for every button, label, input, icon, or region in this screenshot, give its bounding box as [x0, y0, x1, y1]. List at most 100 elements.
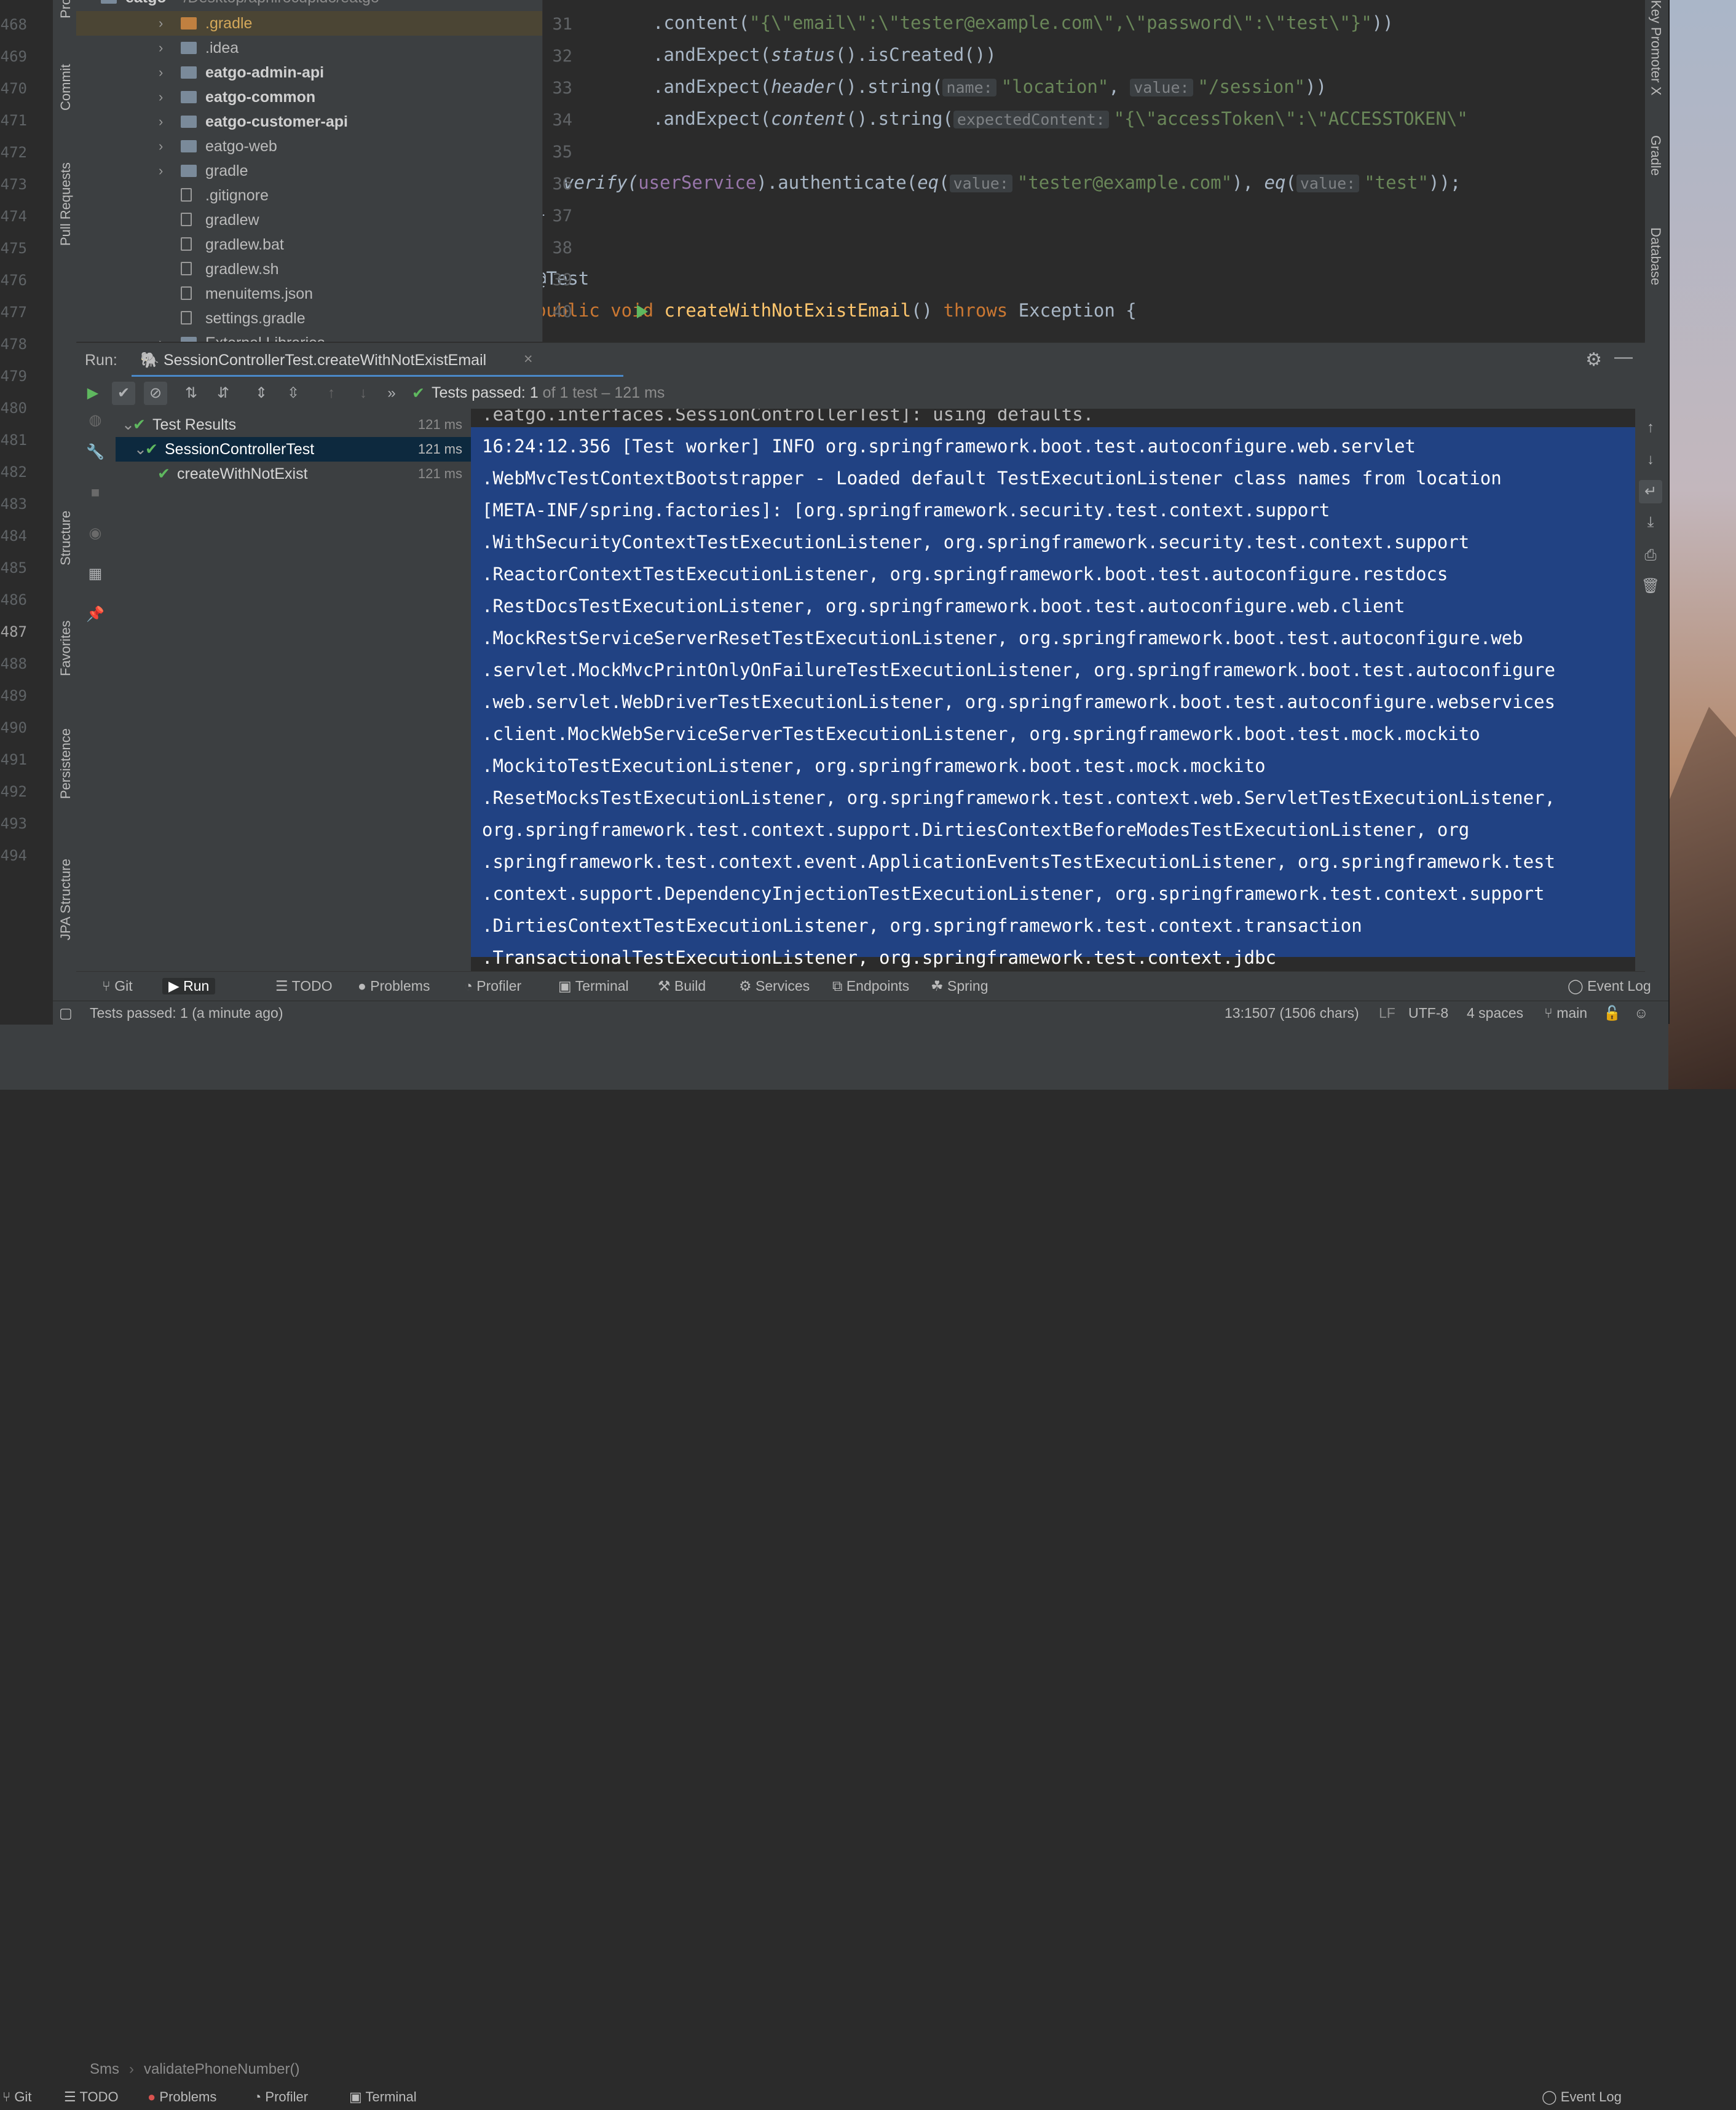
sort-alpha-icon[interactable]: ⇅	[180, 382, 203, 405]
strip-jpa-structure[interactable]: JPA Structure	[58, 859, 74, 940]
console-line[interactable]: .RestDocsTestExecutionListener, org.spri…	[482, 596, 1405, 616]
console-line[interactable]: .servlet.MockMvcPrintOnlyOnFailureTestEx…	[482, 659, 1555, 680]
tool-window-profiler[interactable]: ◔ Profiler	[464, 978, 521, 994]
chevron-right-icon[interactable]: ›	[159, 109, 163, 134]
tree-item[interactable]: › eatgo-common	[76, 85, 542, 109]
strip-structure[interactable]: Structure	[58, 511, 74, 565]
chevron-right-icon[interactable]: ›	[159, 134, 163, 159]
tree-item[interactable]: settings.gradle	[76, 306, 542, 331]
strip-project[interactable]: Project	[58, 0, 74, 18]
tree-item[interactable]: › eatgo-customer-api	[76, 109, 542, 134]
bg-event-log[interactable]: ◯ Event Log	[1542, 2089, 1622, 2105]
inspector-icon[interactable]: ☺	[1634, 1005, 1648, 1022]
chevron-right-icon[interactable]: ›	[159, 331, 163, 342]
tree-item[interactable]: › gradle	[76, 159, 542, 183]
lock-icon[interactable]: 🔓	[1603, 1005, 1621, 1022]
code-line-34[interactable]: .andExpect(content().string(expectedCont…	[653, 108, 1468, 129]
project-root-row[interactable]: eatgo ~/Desktop/aprilrocupido/eatgo	[76, 0, 542, 10]
test-class-row[interactable]: ⌄ ✔ SessionControllerTest 121 ms	[116, 437, 471, 462]
tool-window-problems[interactable]: ● Problems	[358, 978, 430, 994]
history-icon[interactable]: ◍	[84, 409, 107, 432]
run-gutter-icon[interactable]	[637, 305, 648, 318]
code-line-33[interactable]: .andExpect(header().string(name: "locatio…	[653, 76, 1327, 97]
tool-window-build[interactable]: ⚒ Build	[658, 978, 706, 994]
scroll-up-icon[interactable]: ↑	[1639, 416, 1662, 439]
tree-item[interactable]: › External Libraries	[76, 331, 542, 342]
breadcrumb-method[interactable]: validatePhoneNumber()	[144, 2061, 299, 2077]
bg-tool-profiler[interactable]: ◔ Profiler	[253, 2089, 308, 2105]
event-log[interactable]: ◯ Event Log	[1568, 978, 1651, 994]
console-line[interactable]: .context.support.DependencyInjectionTest…	[482, 883, 1545, 904]
line-separator[interactable]: LF	[1379, 1005, 1395, 1022]
show-passed-icon[interactable]: ✔	[112, 382, 135, 405]
strip-favorites[interactable]: Favorites	[58, 621, 74, 676]
next-failed-icon[interactable]: ↓	[352, 382, 375, 405]
tree-item[interactable]: .gitignore	[76, 183, 542, 208]
tool-window-spring[interactable]: ☘ Spring	[931, 978, 988, 994]
scroll-to-end-icon[interactable]: ⤓	[1639, 511, 1662, 534]
eye-icon[interactable]: ◉	[84, 522, 107, 545]
collapse-all-icon[interactable]: ⇳	[282, 382, 305, 405]
tree-item[interactable]: › eatgo-admin-api	[76, 60, 542, 85]
git-branch[interactable]: ⑂ main	[1544, 1005, 1587, 1022]
breadcrumb[interactable]: Sms › validatePhoneNumber()	[90, 2061, 299, 2078]
sort-duration-icon[interactable]: ⇵	[211, 382, 235, 405]
run-tab[interactable]: 🐘 SessionControllerTest.createWithNotExi…	[132, 343, 623, 377]
more-icon[interactable]: »	[380, 382, 403, 405]
tree-item[interactable]: gradlew.sh	[76, 257, 542, 281]
tool-window-todo[interactable]: ☰ TODO	[275, 978, 333, 994]
minimize-icon[interactable]: —	[1614, 347, 1633, 368]
tool-window-endpoints[interactable]: ⧉ Endpoints	[832, 978, 909, 994]
stop-icon[interactable]: ■	[84, 481, 107, 505]
chevron-right-icon[interactable]: ›	[159, 85, 163, 109]
bg-tool-todo[interactable]: ☰ TODO	[64, 2089, 119, 2105]
wrench-icon[interactable]: 🔧	[84, 441, 107, 464]
strip-database[interactable]: Database	[1647, 227, 1663, 285]
console-line[interactable]: org.springframework.test.context.support…	[482, 819, 1469, 840]
tool-window-services[interactable]: ⚙ Services	[739, 978, 810, 994]
code-line-36[interactable]: verify(userService).authenticate(eq(valu…	[563, 172, 1461, 193]
chevron-right-icon[interactable]: ›	[159, 36, 163, 60]
console-output[interactable]: .eatgo.interfaces.SessionControllerTest]…	[471, 409, 1645, 971]
tool-window-terminal[interactable]: ▣ Terminal	[558, 978, 629, 994]
strip-pull-requests[interactable]: Pull Requests	[58, 162, 74, 246]
chevron-right-icon[interactable]: ›	[159, 11, 163, 36]
tree-item[interactable]: › .idea	[76, 36, 542, 60]
strip-persistence[interactable]: Persistence	[58, 728, 74, 799]
prev-failed-icon[interactable]: ↑	[320, 382, 343, 405]
console-line[interactable]: .client.MockWebServiceServerTestExecutio…	[482, 723, 1480, 744]
console-line[interactable]: .WebMvcTestContextBootstrapper - Loaded …	[482, 468, 1512, 489]
scroll-down-icon[interactable]: ↓	[1639, 448, 1662, 471]
tool-window-git[interactable]: ⑂ Git	[102, 978, 133, 994]
console-line[interactable]: 16:24:12.356 [Test worker] INFO org.spri…	[482, 436, 1416, 457]
code-line-32[interactable]: .andExpect(status().isCreated())	[653, 44, 996, 65]
code-editor[interactable]: .content("{\"email\":\"tester@example.co…	[543, 0, 1645, 342]
chevron-right-icon[interactable]: ›	[159, 60, 163, 85]
show-ignored-icon[interactable]: ⊘	[144, 382, 167, 405]
layout-icon[interactable]: ▦	[84, 562, 107, 586]
soft-wrap-icon[interactable]: ↵	[1639, 480, 1662, 503]
indent-setting[interactable]: 4 spaces	[1467, 1005, 1523, 1022]
print-icon[interactable]: ⎙	[1639, 544, 1662, 567]
console-line[interactable]: .ResetMocksTestExecutionListener, org.sp…	[482, 787, 1566, 808]
console-line[interactable]: .MockitoTestExecutionListener, org.sprin…	[482, 755, 1266, 776]
console-line[interactable]: .TransactionalTestExecutionListener, org…	[482, 947, 1276, 968]
tree-item[interactable]: gradlew.bat	[76, 232, 542, 257]
chevron-right-icon[interactable]: ›	[159, 159, 163, 183]
close-tab-icon[interactable]: ×	[524, 350, 533, 368]
console-line[interactable]: .DirtiesContextTestExecutionListener, or…	[482, 915, 1362, 936]
breadcrumb-class[interactable]: Sms	[90, 2061, 119, 2077]
strip-key-promoter[interactable]: Key Promoter X	[1647, 0, 1663, 95]
pin-icon[interactable]: 📌	[84, 603, 107, 626]
tree-item[interactable]: gradlew	[76, 208, 542, 232]
strip-gradle[interactable]: Gradle	[1647, 135, 1663, 176]
bg-tool-git[interactable]: ⑂ Git	[2, 2089, 31, 2105]
console-line[interactable]: .MockRestServiceServerResetTestExecution…	[482, 628, 1523, 648]
test-method-row[interactable]: ✔ createWithNotExist 121 ms	[116, 462, 471, 486]
tree-item[interactable]: › eatgo-web	[76, 134, 542, 159]
trash-icon[interactable]: 🗑	[1639, 575, 1662, 598]
tree-item[interactable]: menuitems.json	[76, 281, 542, 306]
console-line[interactable]: .eatgo.interfaces.SessionControllerTest]…	[482, 409, 1094, 425]
gear-icon[interactable]: ⚙	[1585, 349, 1602, 371]
tree-item[interactable]: › .gradle	[76, 11, 542, 36]
